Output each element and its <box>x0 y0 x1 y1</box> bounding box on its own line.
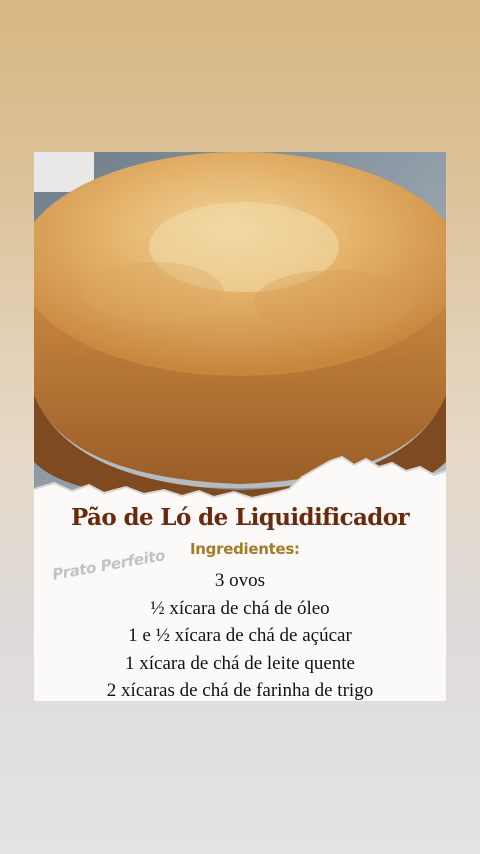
ingredient-list: 3 ovos ½ xícara de chá de óleo 1 e ½ xíc… <box>34 567 446 701</box>
ingredient-item: 1 e ½ xícara de chá de açúcar <box>128 625 352 646</box>
ingredients-heading: Ingredientes: <box>190 540 300 558</box>
recipe-title: Pão de Ló de Liquidificador <box>70 504 410 531</box>
ingredient-item: ½ xícara de chá de óleo <box>150 597 330 619</box>
ingredient-item: 1 xícara de chá de leite quente <box>125 652 355 674</box>
ingredient-item: 2 xícaras de chá de farinha de trigo <box>106 680 374 701</box>
recipe-card: Pão de Ló de Liquidificador Ingredientes… <box>34 152 446 701</box>
